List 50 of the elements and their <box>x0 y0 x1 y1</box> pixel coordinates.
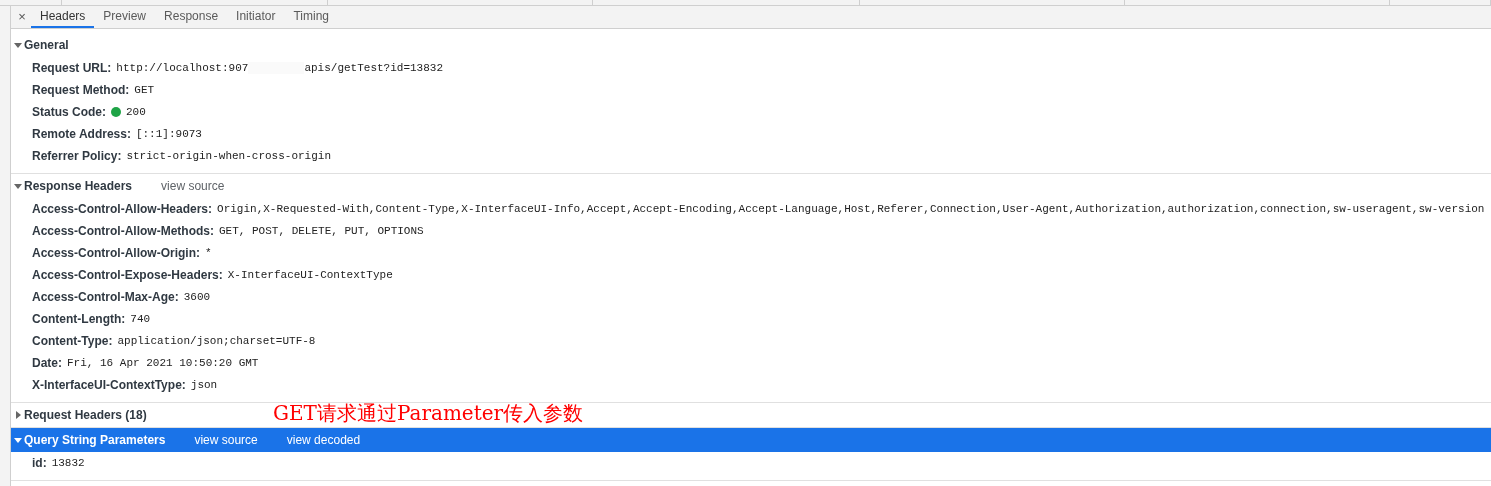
header-value: Fri, 16 Apr 2021 10:50:20 GMT <box>67 357 259 369</box>
header-name: Date: <box>32 356 62 370</box>
header-value: GET <box>134 84 155 96</box>
header-value: GET, POST, DELETE, PUT, OPTIONS <box>219 225 424 237</box>
header-value: X-InterfaceUI-ContextType <box>227 269 393 281</box>
header-name: Request Method: <box>32 83 130 97</box>
collapsed-triangle-icon[interactable] <box>13 410 23 420</box>
view-link[interactable]: view source <box>161 179 225 193</box>
header-value: apis/getTest?id=13832 <box>304 62 443 74</box>
header-name: Request URL: <box>32 61 112 75</box>
tab[interactable]: Timing <box>284 6 338 28</box>
header-name: Content-Length: <box>32 312 126 326</box>
tab[interactable]: Initiator <box>227 6 285 28</box>
status-dot <box>111 107 121 117</box>
header-name: Access-Control-Allow-Headers: <box>32 202 213 216</box>
header-value: strict-origin-when-cross-origin <box>126 150 331 162</box>
expanded-triangle-icon[interactable] <box>13 181 23 191</box>
header-name: Referrer Policy: <box>32 149 122 163</box>
header-value: http://localhost:907 <box>116 62 249 74</box>
header-value: Origin,X-Requested-With,Content-Type,X-InterfaceUI-Info,Accept,Accept-Encoding,Accept-Language,Host,Referer,Connection,User-Agent,Authorization,authorization,connection,sw-useragent,sw-version <box>217 203 1485 215</box>
section-title[interactable]: Response Headers <box>24 179 133 193</box>
header-value: json <box>190 379 218 391</box>
header-value: 3600 <box>183 291 211 303</box>
header-name: Status Code: <box>32 105 106 119</box>
header-value: 200 <box>126 106 146 118</box>
tab[interactable]: Response <box>155 6 228 28</box>
header-value: application/json;charset=UTF-8 <box>117 335 316 347</box>
header-name: Remote Address: <box>32 127 131 141</box>
header-name: X-InterfaceUI-ContextType: <box>32 378 186 392</box>
header-name: Access-Control-Allow-Methods: <box>32 224 214 238</box>
view-link[interactable]: view decoded <box>286 433 361 447</box>
header-value: 13832 <box>51 457 85 469</box>
header-name: Content-Type: <box>32 334 113 348</box>
section-title[interactable]: Request Headers (18) <box>24 408 147 422</box>
expanded-triangle-icon[interactable] <box>13 40 23 50</box>
header-value: 740 <box>130 313 151 325</box>
expanded-triangle-icon[interactable] <box>13 435 23 445</box>
selected-section-header[interactable]: Query String Parameters view source view decoded <box>11 428 1491 452</box>
close-icon[interactable]: × <box>13 6 31 28</box>
header-value: [::1]:9073 <box>135 128 202 140</box>
tab[interactable]: Headers <box>31 6 95 28</box>
annotation-text: GET请求通过Parameter传入参数 <box>273 400 584 427</box>
tab[interactable]: Preview <box>94 6 156 28</box>
header-value: * <box>205 247 212 259</box>
section-title[interactable]: General <box>24 38 69 52</box>
header-name: Access-Control-Max-Age: <box>32 290 179 304</box>
view-link[interactable]: view source <box>194 433 258 447</box>
header-name: Access-Control-Allow-Origin: <box>32 246 200 260</box>
header-name: id: <box>32 456 47 470</box>
header-name: Access-Control-Expose-Headers: <box>32 268 223 282</box>
